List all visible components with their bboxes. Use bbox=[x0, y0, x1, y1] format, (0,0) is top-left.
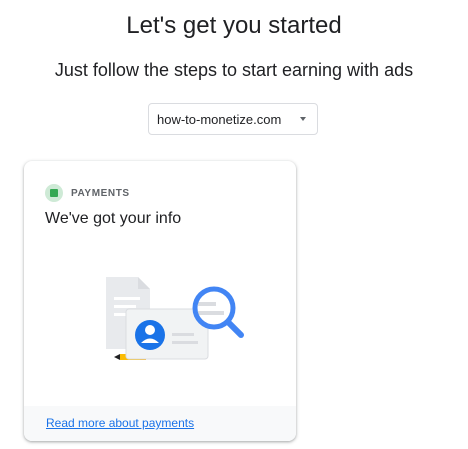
page-title: Let's get you started bbox=[126, 12, 342, 39]
status-complete-icon bbox=[45, 184, 63, 202]
chevron-down-icon bbox=[300, 117, 306, 121]
card-footer: Read more about payments bbox=[24, 406, 296, 441]
payments-card: PAYMENTS We've got your info Read more a… bbox=[24, 161, 296, 441]
card-heading: We've got your info bbox=[45, 210, 182, 227]
site-selector-value: how-to-monetize.com bbox=[157, 111, 282, 127]
payments-illustration bbox=[106, 277, 244, 360]
card-tag: PAYMENTS bbox=[71, 188, 130, 199]
read-more-payments-link[interactable]: Read more about payments bbox=[46, 416, 194, 430]
page-subtitle: Just follow the steps to start earning w… bbox=[54, 60, 414, 80]
get-started-page: Let's get you started Just follow the st… bbox=[0, 0, 468, 449]
site-selector-dropdown[interactable]: how-to-monetize.com bbox=[148, 103, 318, 135]
